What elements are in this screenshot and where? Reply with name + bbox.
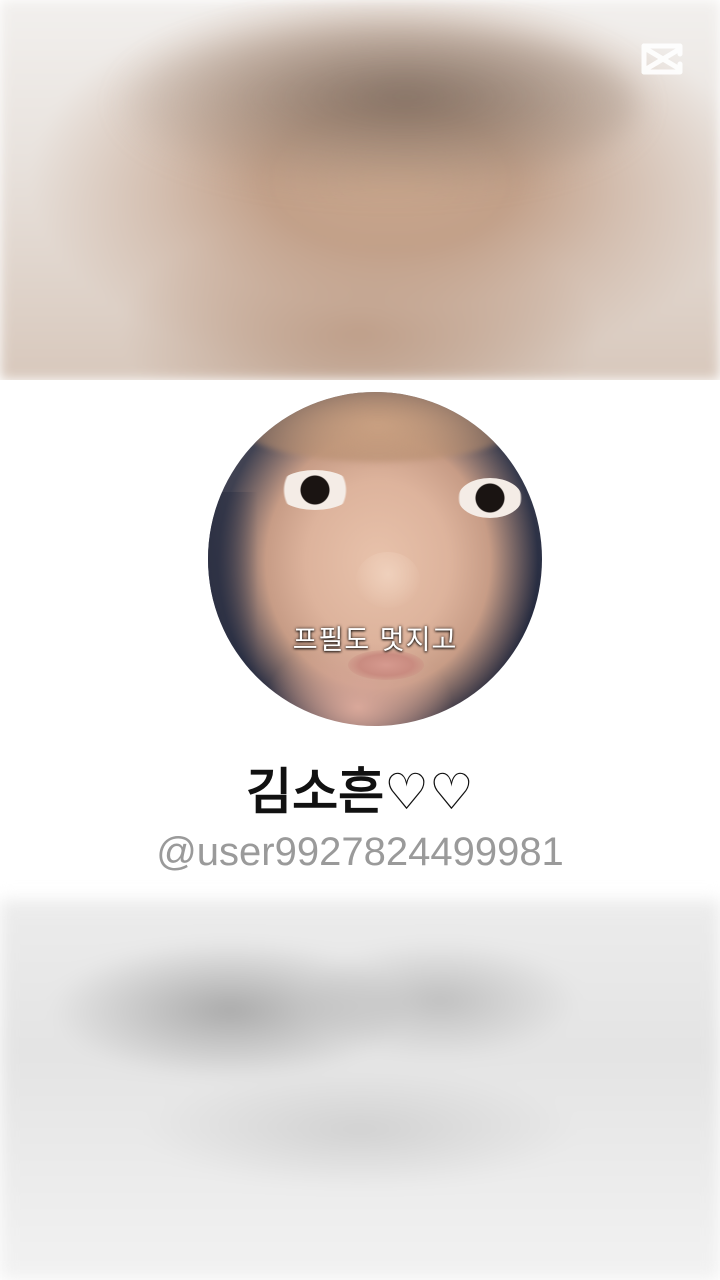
avatar-nose xyxy=(356,552,420,608)
capcut-logo-icon xyxy=(641,43,683,75)
avatar-hair xyxy=(228,392,528,462)
caption-text: 프필도 멋지고 xyxy=(292,625,458,656)
avatar-eye-right xyxy=(458,478,522,518)
avatar-shadow xyxy=(208,492,258,726)
top-blurred-hair xyxy=(120,20,640,190)
avatar xyxy=(208,392,542,726)
username: @user9927824499981 xyxy=(156,830,564,874)
bottom-blurred-background xyxy=(0,900,720,1280)
display-name: 김소흔♡♡ xyxy=(246,763,474,821)
avatar-eye-left xyxy=(276,470,354,510)
